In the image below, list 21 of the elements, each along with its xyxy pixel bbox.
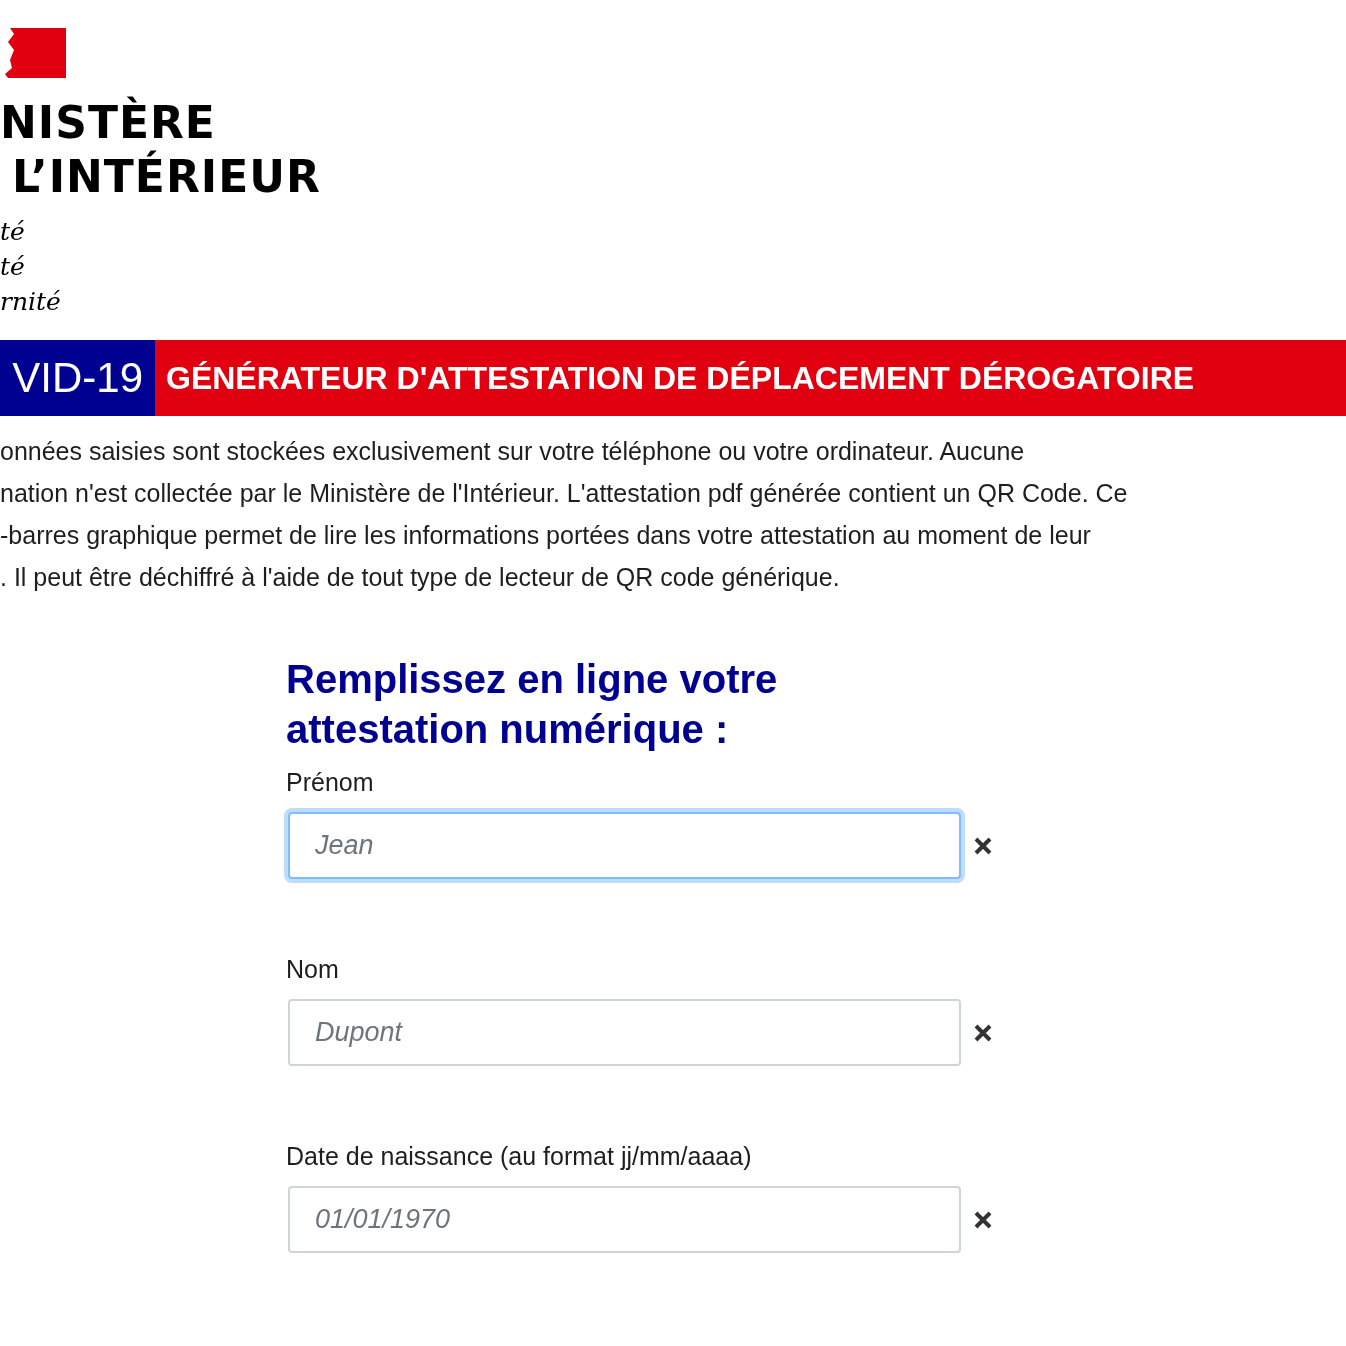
clear-icon[interactable] (973, 835, 993, 856)
clear-icon[interactable] (973, 1022, 993, 1043)
ministry-title: L’INTÉRIEUR (11, 150, 322, 204)
clear-icon[interactable] (973, 1209, 993, 1230)
field-label: Prénom (286, 767, 375, 798)
notice-text: nation n'est collectée par le Ministère de l'Intérieur. L'attestation pdf générée contient un QR Code. Ce (0, 478, 1129, 509)
field-label: Date de naissance (au format jj/mm/aaaa) (286, 1141, 753, 1172)
notice-text: -barres graphique permet de lire les informations portées dans votre attestation au moment de leur (0, 520, 1092, 551)
covid-tag: VID-19 (0, 340, 155, 416)
ministry-title: NISTÈRE (0, 96, 217, 150)
notice-text: onnées saisies sont stockées exclusivement sur votre téléphone ou votre ordinateur. Aucune (0, 436, 1026, 467)
input-field[interactable]: Jean (288, 812, 961, 879)
motto-line: té (0, 216, 26, 248)
field-label: Nom (286, 954, 340, 985)
notice-text: . Il peut être déchiffré à l'aide de tout type de lecteur de QR code générique. (0, 562, 841, 593)
banner-title: GÉNÉRATEUR D'ATTESTATION DE DÉPLACEMENT DÉROGATOIRE (165, 358, 1195, 398)
motto-line: té (0, 251, 26, 283)
motto-line: rnité (0, 286, 62, 318)
input-field[interactable]: Dupont (288, 999, 961, 1066)
form-heading: Remplissez en ligne votre attestation numérique : (286, 656, 779, 753)
input-field[interactable]: 01/01/1970 (288, 1186, 961, 1253)
